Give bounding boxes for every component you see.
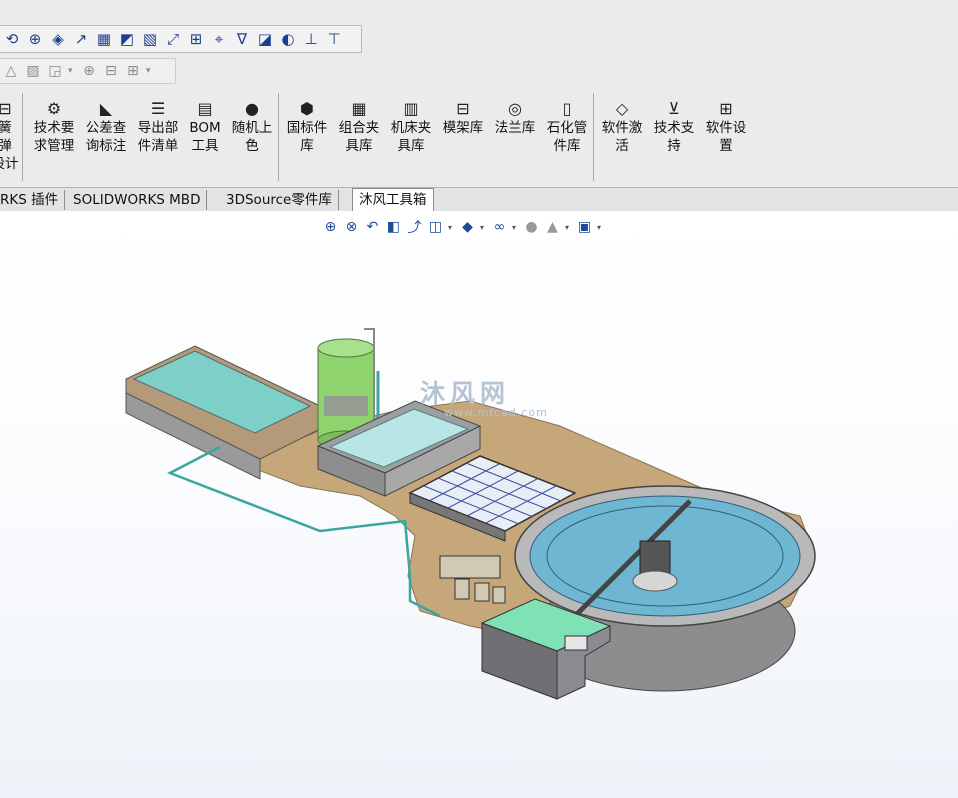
button-label: 技术要 求管理	[33, 120, 75, 154]
spring-design-button[interactable]: ⊟ 簧 弹 设计	[0, 99, 30, 173]
button-label: 国标件 库	[286, 120, 328, 154]
smart-dimension-icon[interactable]: ▧	[140, 29, 160, 49]
separator	[278, 93, 279, 181]
machine-fixture-button[interactable]: ▥ 机床夹 具库	[386, 99, 436, 155]
display-toolbar-row: △ ▨ ◲ ▾ ⊕ ⊟ ⊞ ▾	[0, 58, 176, 84]
command-manager: ⟲ ⊕ ◈ ↗ ▦ ◩ ▧ ⤢ ⊞ ⌖ ∇ ◪ ◐ ⊥ ⊤ △ ▨ ◲ ▾ ⊕ …	[0, 0, 958, 187]
spring-icon: ⊟	[0, 99, 12, 118]
watermark: 沐风网 www.mfcad.com	[420, 374, 548, 419]
measure-icon[interactable]: ◐	[278, 29, 298, 49]
weld-bead-icon[interactable]: ⊤	[324, 29, 344, 49]
note-icon[interactable]: ∇	[232, 29, 252, 49]
machine-fixture-icon: ▥	[403, 99, 419, 118]
tab-solidworks-mbd[interactable]: SOLIDWORKS MBD	[67, 190, 208, 210]
tech-requirement-icon: ⚙	[46, 99, 62, 118]
button-label: 石化管 件库	[546, 120, 588, 154]
export-list-button[interactable]: ☰ 导出部 件清单	[133, 99, 183, 155]
view-toolbar-row: ⟲ ⊕ ◈ ↗ ▦ ◩ ▧ ⤢ ⊞ ⌖ ∇ ◪ ◐ ⊥ ⊤	[0, 25, 362, 53]
petrochem-pipe-button[interactable]: ▯ 石化管 件库	[542, 99, 592, 155]
target-icon[interactable]: ⊕	[80, 63, 98, 79]
chevron-down-icon[interactable]: ▾	[68, 66, 76, 76]
software-settings-button[interactable]: ⊞ 软件设 置	[701, 99, 751, 155]
export-list-icon: ☰	[150, 99, 166, 118]
random-color-button[interactable]: ● 随机上 色	[227, 99, 277, 155]
separator	[593, 93, 594, 181]
flange-icon: ◎	[508, 99, 522, 118]
reference-geometry-icon[interactable]: ⊞	[186, 29, 206, 49]
display-style-icon[interactable]: ◪	[255, 29, 275, 49]
chevron-down-icon[interactable]: ▾	[146, 66, 154, 76]
button-label: 随机上 色	[231, 120, 273, 154]
settings-icon: ⊞	[719, 99, 733, 118]
view-orient-icon[interactable]: ⟲	[2, 29, 22, 49]
tolerance-button[interactable]: ◣ 公差查 询标注	[81, 99, 131, 155]
decal-icon[interactable]: ◲	[46, 63, 64, 79]
grid-icon[interactable]: ⊞	[124, 63, 142, 79]
mold-frame-button[interactable]: ⊟ 模架库	[438, 99, 488, 137]
bom-icon: ▤	[197, 99, 213, 118]
texture-icon[interactable]: ▨	[24, 63, 42, 79]
appearance-icon[interactable]: △	[2, 63, 20, 79]
mold-frame-icon: ⊟	[456, 99, 470, 118]
palette-icon: ●	[245, 99, 259, 118]
3d-model-water-treatment-plant[interactable]	[0, 211, 958, 798]
tab-solidworks-addins[interactable]: RKS 插件	[0, 190, 66, 210]
petrochem-pipe-icon: ▯	[562, 99, 572, 118]
graphics-area[interactable]: ⊕ ⊗ ↶ ◧ ⤴ ◫ ▾ ◆ ▾ ∞ ▾ ● ▲ ▾ ▣ ▾ 沐风网 www.…	[0, 211, 958, 798]
support-icon: ⊻	[668, 99, 680, 118]
fixture-icon: ▦	[351, 99, 367, 118]
gb-parts-button[interactable]: ⬢ 国标件 库	[282, 99, 332, 155]
section-view-icon[interactable]: ⊟	[102, 63, 120, 79]
button-label: 模架库	[442, 120, 484, 136]
flange-button[interactable]: ◎ 法兰库	[490, 99, 540, 137]
watermark-url: www.mfcad.com	[444, 406, 548, 419]
weld-icon[interactable]: ⊥	[301, 29, 321, 49]
button-label: 软件设 置	[705, 120, 747, 154]
button-label: 组合夹 具库	[338, 120, 380, 154]
button-label: 软件激 活	[601, 120, 643, 154]
bom-tool-button[interactable]: ▤ BOM 工具	[180, 99, 230, 155]
view-rotate-icon[interactable]: ⊕	[25, 29, 45, 49]
ribbon-buttons: ⊟ 簧 弹 设计 ⚙ 技术要 求管理 ◣ 公差查 询标注 ☰ 导出部 件清单 ▤…	[0, 93, 958, 185]
button-label: 技术支 持	[653, 120, 695, 154]
view-zoom-icon[interactable]: ↗	[71, 29, 91, 49]
sketch-check-icon[interactable]: ◩	[117, 29, 137, 49]
reference-icon[interactable]: ⤢	[163, 29, 183, 49]
software-activate-button[interactable]: ◇ 软件激 活	[597, 99, 647, 155]
separator	[22, 93, 23, 181]
button-label: 导出部 件清单	[137, 120, 179, 154]
tab-mufeng-toolbox[interactable]: 沐风工具箱	[352, 188, 434, 212]
mate-icon[interactable]: ⌖	[209, 29, 229, 49]
button-label: 簧 弹 设计	[0, 120, 19, 172]
command-manager-tabs: RKS 插件 SOLIDWORKS MBD 3DSource零件库 沐风工具箱	[0, 187, 958, 212]
button-label: 公差查 询标注	[85, 120, 127, 154]
tab-3dsource[interactable]: 3DSource零件库	[220, 190, 339, 210]
sketch-icon[interactable]: ▦	[94, 29, 114, 49]
tolerance-icon: ◣	[99, 99, 113, 118]
diamond-icon: ◇	[615, 99, 629, 118]
button-label: 法兰库	[494, 120, 536, 136]
view-section-icon[interactable]: ◈	[48, 29, 68, 49]
button-label: BOM 工具	[189, 120, 221, 154]
button-label: 机床夹 具库	[390, 120, 432, 154]
combo-fixture-button[interactable]: ▦ 组合夹 具库	[334, 99, 384, 155]
tech-support-button[interactable]: ⊻ 技术支 持	[649, 99, 699, 155]
tech-requirement-button[interactable]: ⚙ 技术要 求管理	[29, 99, 79, 155]
nut-icon: ⬢	[300, 99, 314, 118]
watermark-logo: 沐风网	[420, 379, 511, 408]
